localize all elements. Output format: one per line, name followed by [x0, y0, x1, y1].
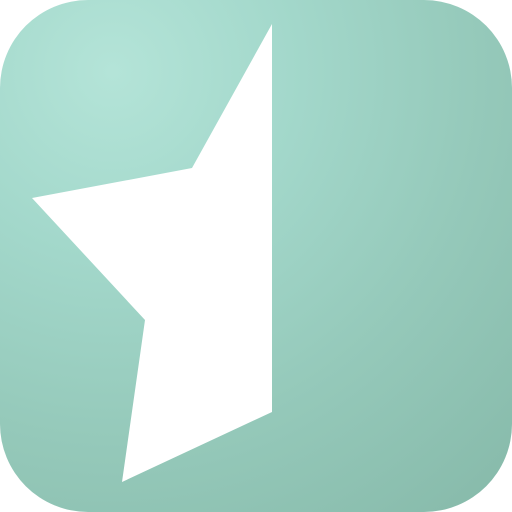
- half-star-icon: [32, 24, 272, 482]
- half-star-glyph: [32, 24, 272, 482]
- app-icon-tile[interactable]: [0, 0, 512, 512]
